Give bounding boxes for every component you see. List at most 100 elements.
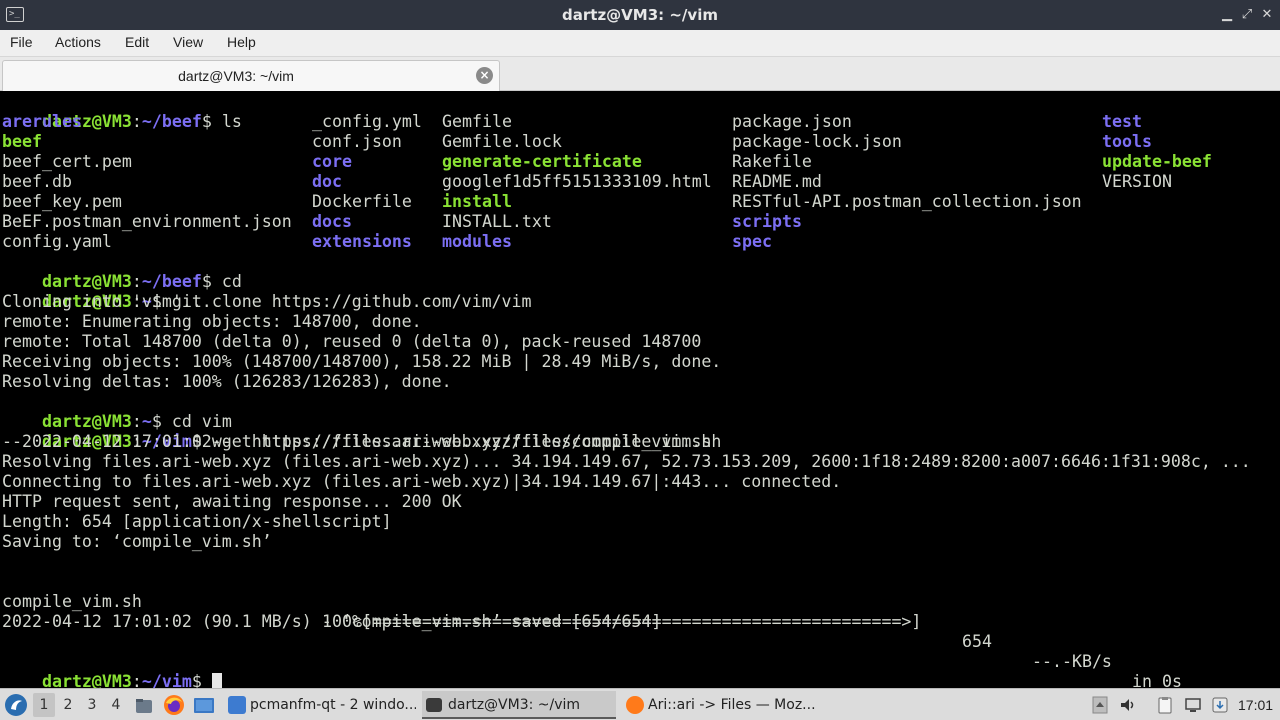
tab-bar: dartz@VM3: ~/vim ×	[0, 57, 1280, 91]
terminal-line: 2022-04-12 17:01:02 (90.1 MB/s) - ‘compi…	[2, 612, 662, 631]
task-firefox[interactable]: Ari::ari -> Files — Moz...	[622, 691, 822, 719]
terminal-line: Resolving deltas: 100% (126283/126283), …	[2, 372, 452, 391]
ls-entry: package.json	[732, 112, 852, 131]
terminal-line: dartz@VM3:~/beef$ ls	[41, 112, 242, 131]
taskbar: 1 2 3 4 pcmanfm-qt - 2 windo... dartz@VM…	[0, 688, 1280, 720]
window-title: dartz@VM3: ~/vim	[562, 6, 718, 24]
ls-entry: package-lock.json	[732, 132, 902, 151]
ls-entry: doc	[312, 172, 342, 191]
ls-entry: beef.db	[2, 172, 72, 191]
workspace-4[interactable]: 4	[105, 693, 127, 717]
task-pcmanfm[interactable]: pcmanfm-qt - 2 windo...	[224, 691, 416, 719]
ls-entry: scripts	[732, 212, 802, 231]
file-manager-launcher-icon[interactable]	[134, 695, 154, 715]
start-menu-icon[interactable]	[4, 693, 28, 717]
ls-entry: Gemfile.lock	[442, 132, 562, 151]
ls-entry: config.yaml	[2, 232, 112, 251]
ls-entry: core	[312, 152, 352, 171]
volume-icon[interactable]	[1118, 695, 1138, 715]
ls-entry: conf.json	[312, 132, 402, 151]
download-progress-line: compile_vim.sh 100%[====================…	[2, 572, 1272, 688]
prompt-user: dartz@VM3	[41, 672, 132, 688]
terminal-line: remote: Enumerating objects: 148700, don…	[2, 312, 422, 331]
network-icon[interactable]	[1183, 695, 1203, 715]
ls-entry: arerules	[2, 112, 82, 131]
window-titlebar: >_ dartz@VM3: ~/vim ▁ ⤢ ✕	[0, 0, 1280, 30]
firefox-launcher-icon[interactable]	[163, 694, 185, 716]
download-rate: --.-KB/s	[1032, 652, 1112, 671]
download-time: in 0s	[1132, 672, 1182, 688]
ls-entry: Gemfile	[442, 112, 512, 131]
workspace-1[interactable]: 1	[33, 693, 55, 717]
ls-entry: install	[442, 192, 512, 211]
firefox-icon	[626, 696, 644, 714]
terminal-line: Saving to: ‘compile_vim.sh’	[2, 532, 272, 551]
desktop-launcher-icon[interactable]	[193, 695, 215, 715]
terminal-line: Resolving files.ari-web.xyz (files.ari-w…	[2, 452, 1251, 471]
update-icon[interactable]	[1210, 695, 1230, 715]
terminal-icon	[426, 698, 442, 712]
task-label: pcmanfm-qt - 2 windo...	[250, 697, 416, 713]
download-filename: compile_vim.sh	[2, 592, 142, 611]
terminal-line: dartz@VM3:~$ cd vim	[41, 412, 232, 431]
workspace-2[interactable]: 2	[57, 693, 79, 717]
terminal-line: Receiving objects: 100% (148700/148700),…	[2, 352, 722, 371]
ls-entry: extensions	[312, 232, 412, 251]
terminal-line: dartz@VM3:~/vim$	[2, 652, 222, 688]
terminal-line: --2022-04-12 17:01:02-- https://files.ar…	[2, 432, 712, 451]
ls-entry: test	[1102, 112, 1142, 131]
ls-entry: googlef1d5ff5151333109.html	[442, 172, 712, 191]
clock[interactable]: 17:01	[1238, 689, 1278, 720]
minimize-button[interactable]: ▁	[1218, 6, 1236, 24]
close-button[interactable]: ✕	[1258, 6, 1276, 24]
ls-entry: README.md	[732, 172, 822, 191]
terminal-line: dartz@VM3:~$ git clone https://github.co…	[41, 292, 532, 311]
ls-entry: update-beef	[1102, 152, 1212, 171]
task-label: Ari::ari -> Files — Moz...	[648, 697, 816, 713]
menu-help[interactable]: Help	[227, 34, 256, 50]
tab-terminal[interactable]: dartz@VM3: ~/vim ×	[2, 60, 500, 91]
ls-entry: beef_cert.pem	[2, 152, 132, 171]
menu-file[interactable]: File	[10, 34, 33, 50]
ls-entry: VERSION	[1102, 172, 1172, 191]
maximize-button[interactable]: ⤢	[1238, 6, 1256, 24]
terminal-line: Cloning into 'vim'...	[2, 292, 212, 311]
command-text: $ ls	[201, 112, 242, 131]
task-terminal[interactable]: dartz@VM3: ~/vim	[422, 691, 616, 719]
ls-entry: _config.yml	[312, 112, 422, 131]
task-label: dartz@VM3: ~/vim	[448, 697, 581, 713]
command-text: $	[191, 672, 212, 688]
folder-icon	[228, 696, 246, 714]
up-arrow-icon[interactable]	[1090, 695, 1110, 715]
terminal-line: remote: Total 148700 (delta 0), reused 0…	[2, 332, 702, 351]
tab-close-icon[interactable]: ×	[476, 67, 493, 84]
text-cursor	[211, 672, 222, 688]
ls-entry: RESTful-API.postman_collection.json	[732, 192, 1082, 211]
prompt-path: ~/vim	[141, 672, 192, 688]
tab-label: dartz@VM3: ~/vim	[178, 68, 294, 84]
terminal-line: HTTP request sent, awaiting response... …	[2, 492, 462, 511]
workspace-3[interactable]: 3	[81, 693, 103, 717]
menu-actions[interactable]: Actions	[55, 34, 101, 50]
terminal-line: dartz@VM3:~/beef$ cd	[41, 272, 242, 291]
ls-entry: Rakefile	[732, 152, 812, 171]
menu-bar: File Actions Edit View Help	[0, 30, 1280, 57]
terminal-line: Connecting to files.ari-web.xyz (files.a…	[2, 472, 842, 491]
ls-entry: tools	[1102, 132, 1152, 151]
terminal-line: Length: 654 [application/x-shellscript]	[2, 512, 392, 531]
terminal-line: dartz@VM3:~/vim$ wget https://files.ari-…	[41, 432, 722, 451]
terminal-output[interactable]: dartz@VM3:~/beef$ ls arerules beef beef_ce…	[0, 91, 1280, 688]
menu-edit[interactable]: Edit	[125, 34, 149, 50]
prompt-path: ~/beef	[141, 112, 202, 131]
menu-view[interactable]: View	[173, 34, 203, 50]
ls-entry: docs	[312, 212, 352, 231]
ls-entry: BeEF.postman_environment.json	[2, 212, 292, 231]
ls-entry: spec	[732, 232, 772, 251]
ls-entry: Dockerfile	[312, 192, 412, 211]
ls-entry: beef	[2, 132, 42, 151]
ls-entry: generate-certificate	[442, 152, 642, 171]
ls-entry: modules	[442, 232, 512, 251]
clipboard-icon[interactable]	[1155, 695, 1175, 715]
ls-entry: beef_key.pem	[2, 192, 122, 211]
download-size: 654	[962, 632, 992, 651]
